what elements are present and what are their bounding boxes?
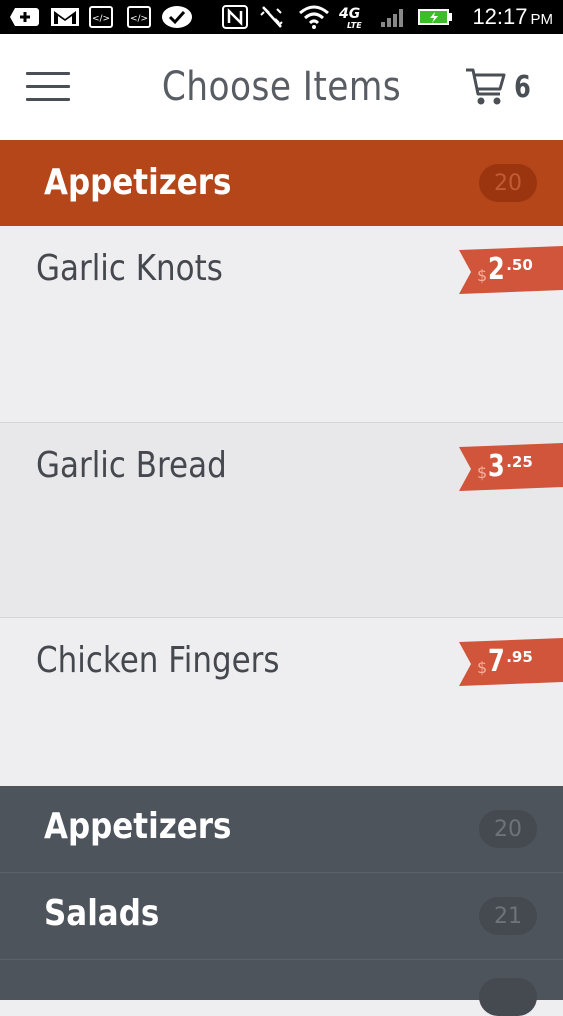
- item-name: Garlic Bread: [36, 445, 227, 486]
- category-row-salads[interactable]: Salads 21: [0, 873, 563, 960]
- cart-button[interactable]: 6: [464, 64, 534, 110]
- price-tag: $ 2 .50: [459, 246, 563, 294]
- category-count-badge: 21: [479, 897, 537, 935]
- category-count-badge: 20: [479, 810, 537, 848]
- menu-item-chicken-fingers[interactable]: Chicken Fingers $ 7 .95: [0, 618, 563, 786]
- check-bubble-icon: [160, 6, 194, 28]
- active-category-header[interactable]: Appetizers 20: [0, 140, 563, 226]
- category-row-appetizers[interactable]: Appetizers 20: [0, 786, 563, 873]
- app-header: Choose Items 6: [0, 34, 563, 138]
- price-cents: .25: [506, 453, 533, 471]
- code-icon: </>: [88, 6, 114, 28]
- price-currency: $: [477, 463, 488, 482]
- price-whole: 7: [488, 644, 505, 679]
- price-cents: .50: [506, 256, 533, 274]
- category-name: Appetizers: [44, 806, 232, 847]
- cart-icon: [466, 68, 506, 105]
- item-name: Chicken Fingers: [36, 640, 280, 681]
- price-currency: $: [477, 266, 488, 285]
- price-cents: .95: [506, 648, 533, 666]
- cart-count: 6: [514, 70, 531, 105]
- price-whole: 2: [488, 252, 505, 287]
- menu-item-garlic-knots[interactable]: Garlic Knots $ 2 .50: [0, 226, 563, 423]
- lte-icon: 4G LTE: [336, 6, 372, 30]
- nfc-icon: [220, 5, 250, 29]
- vibrate-icon: [258, 6, 286, 28]
- signal-icon: [378, 6, 408, 28]
- price-whole: 3: [488, 449, 505, 484]
- wifi-icon: [296, 5, 332, 29]
- status-bar: </> </> 4G LTE 12:17 PM: [0, 0, 563, 34]
- category-count-badge: 20: [479, 164, 537, 202]
- price-currency: $: [477, 658, 488, 677]
- category-name: Appetizers: [44, 162, 232, 203]
- page-title: Choose Items: [161, 64, 402, 110]
- menu-item-garlic-bread[interactable]: Garlic Bread $ 3 .25: [0, 423, 563, 618]
- code-icon: </>: [126, 6, 152, 28]
- category-name: Salads: [44, 893, 160, 934]
- svg-text:4G: 4G: [338, 6, 360, 22]
- status-time: 12:17 PM: [472, 4, 553, 29]
- item-name: Garlic Knots: [36, 248, 223, 289]
- category-count-badge: [479, 978, 537, 1016]
- category-list: Appetizers 20 Salads 21: [0, 786, 563, 1016]
- battery-icon: [416, 6, 454, 28]
- price-tag: $ 3 .25: [459, 443, 563, 491]
- add-icon: [8, 6, 42, 28]
- svg-text:LTE: LTE: [347, 21, 362, 30]
- gmail-icon: [48, 6, 82, 28]
- price-tag: $ 7 .95: [459, 638, 563, 686]
- svg-text:</>: </>: [130, 14, 148, 24]
- svg-text:</>: </>: [92, 14, 110, 24]
